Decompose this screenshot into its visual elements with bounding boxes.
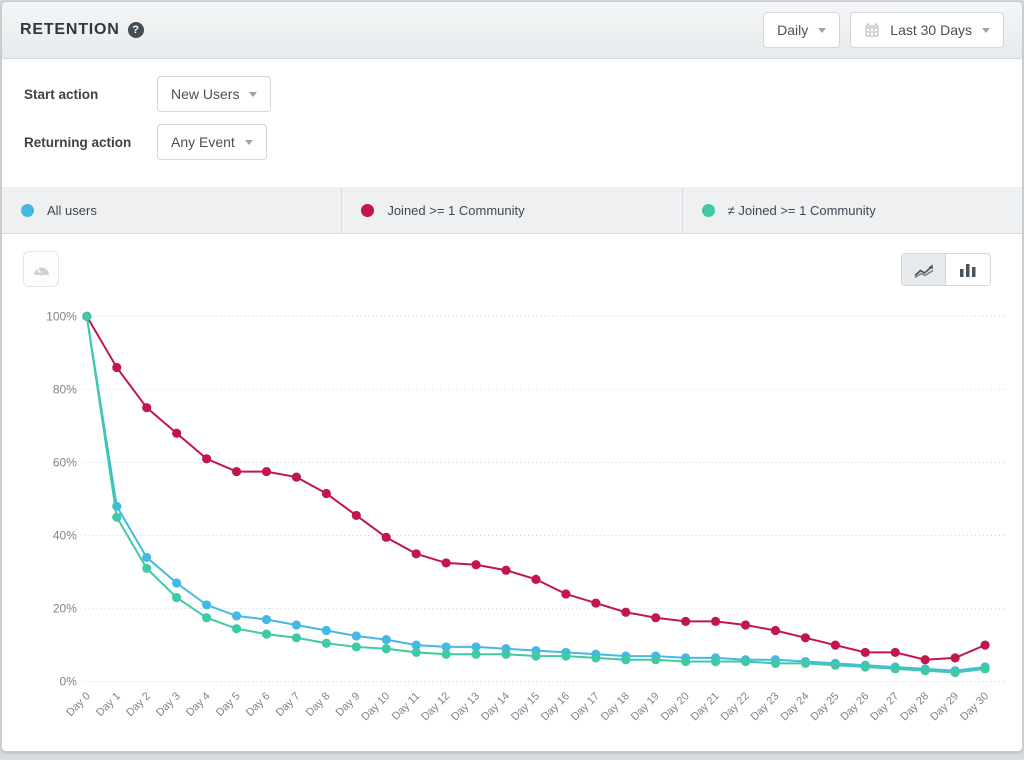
svg-text:Day 15: Day 15 [509, 690, 542, 723]
chevron-down-icon [245, 140, 253, 145]
series-legend: All users Joined >= 1 Community ≠ Joined… [2, 187, 1022, 234]
legend-dot-crimson [361, 204, 374, 217]
legend-item-not-joined-community[interactable]: ≠ Joined >= 1 Community [683, 187, 1022, 233]
svg-text:Day 22: Day 22 [719, 690, 752, 723]
legend-label: ≠ Joined >= 1 Community [728, 203, 876, 218]
legend-label: All users [47, 203, 97, 218]
svg-text:Day 16: Day 16 [539, 690, 572, 723]
calendar-icon [864, 22, 880, 38]
legend-item-joined-community[interactable]: Joined >= 1 Community [342, 187, 682, 233]
svg-text:Day 8: Day 8 [304, 690, 333, 719]
bar-chart-toggle-button[interactable] [946, 254, 990, 285]
returning-action-dropdown[interactable]: Any Event [157, 124, 267, 160]
svg-text:60%: 60% [53, 455, 77, 469]
date-range-dropdown[interactable]: Last 30 Days [850, 12, 1004, 48]
retention-report-window: RETENTION ? Daily Last 30 Days [1, 1, 1023, 752]
start-action-label: Start action [24, 87, 157, 102]
legend-label: Joined >= 1 Community [387, 203, 524, 218]
svg-text:Day 1: Day 1 [94, 690, 123, 719]
start-action-row: Start action New Users [24, 76, 1022, 112]
svg-text:40%: 40% [53, 529, 77, 543]
chevron-down-icon [818, 28, 826, 33]
returning-action-value: Any Event [171, 134, 235, 150]
svg-text:Day 19: Day 19 [629, 690, 662, 723]
date-range-value: Last 30 Days [890, 22, 972, 38]
svg-text:Day 26: Day 26 [838, 690, 871, 723]
chart-type-toggle [901, 253, 991, 286]
svg-text:Day 3: Day 3 [154, 690, 183, 719]
svg-text:Day 11: Day 11 [390, 690, 422, 722]
svg-text:Day 18: Day 18 [599, 690, 632, 723]
svg-text:20%: 20% [53, 602, 77, 616]
svg-text:Day 27: Day 27 [868, 690, 901, 723]
chart-area: 0%20%40%60%80%100%Day 0Day 1Day 2Day 3Da… [2, 234, 1022, 752]
chevron-down-icon [249, 92, 257, 97]
topbar: RETENTION ? Daily Last 30 Days [2, 2, 1022, 59]
svg-text:100%: 100% [46, 309, 77, 323]
svg-text:Day 25: Day 25 [808, 690, 841, 723]
legend-item-all-users[interactable]: All users [2, 187, 342, 233]
add-to-dashboard-button[interactable] [23, 251, 59, 287]
topbar-controls: Daily Last 30 Days [763, 12, 1004, 48]
returning-action-row: Returning action Any Event [24, 124, 1022, 160]
svg-text:Day 7: Day 7 [274, 690, 303, 719]
svg-text:Day 30: Day 30 [958, 690, 991, 723]
filters-section: Start action New Users Returning action … [2, 59, 1022, 187]
page-title: RETENTION [20, 21, 120, 39]
svg-text:Day 12: Day 12 [419, 690, 452, 723]
svg-text:Day 13: Day 13 [449, 690, 482, 723]
svg-text:Day 29: Day 29 [928, 690, 961, 723]
start-action-dropdown[interactable]: New Users [157, 76, 271, 112]
svg-text:Day 24: Day 24 [778, 690, 811, 723]
svg-text:Day 4: Day 4 [184, 690, 213, 719]
svg-text:Day 23: Day 23 [749, 690, 782, 723]
help-icon[interactable]: ? [128, 22, 144, 38]
svg-text:Day 14: Day 14 [479, 690, 512, 723]
granularity-dropdown[interactable]: Daily [763, 12, 840, 48]
legend-dot-blue [21, 204, 34, 217]
svg-text:Day 2: Day 2 [124, 690, 153, 719]
returning-action-label: Returning action [24, 135, 157, 150]
svg-text:Day 6: Day 6 [244, 690, 273, 719]
retention-line-chart: 0%20%40%60%80%100%Day 0Day 1Day 2Day 3Da… [2, 234, 1022, 752]
svg-text:Day 10: Day 10 [359, 690, 392, 723]
bar-chart-icon [959, 263, 977, 277]
svg-text:Day 5: Day 5 [214, 690, 243, 719]
svg-text:Day 28: Day 28 [898, 690, 931, 723]
svg-text:Day 20: Day 20 [659, 690, 692, 723]
svg-text:0%: 0% [60, 675, 78, 689]
chevron-down-icon [982, 28, 990, 33]
line-chart-toggle-button[interactable] [902, 254, 946, 285]
svg-text:Day 0: Day 0 [64, 690, 93, 719]
svg-text:Day 17: Day 17 [569, 690, 602, 723]
gauge-icon [32, 262, 51, 276]
title-wrap: RETENTION ? [20, 21, 144, 39]
granularity-value: Daily [777, 22, 808, 38]
svg-text:Day 21: Day 21 [689, 690, 722, 723]
svg-text:80%: 80% [53, 382, 77, 396]
legend-dot-teal [702, 204, 715, 217]
start-action-value: New Users [171, 86, 239, 102]
line-chart-icon [913, 262, 935, 278]
